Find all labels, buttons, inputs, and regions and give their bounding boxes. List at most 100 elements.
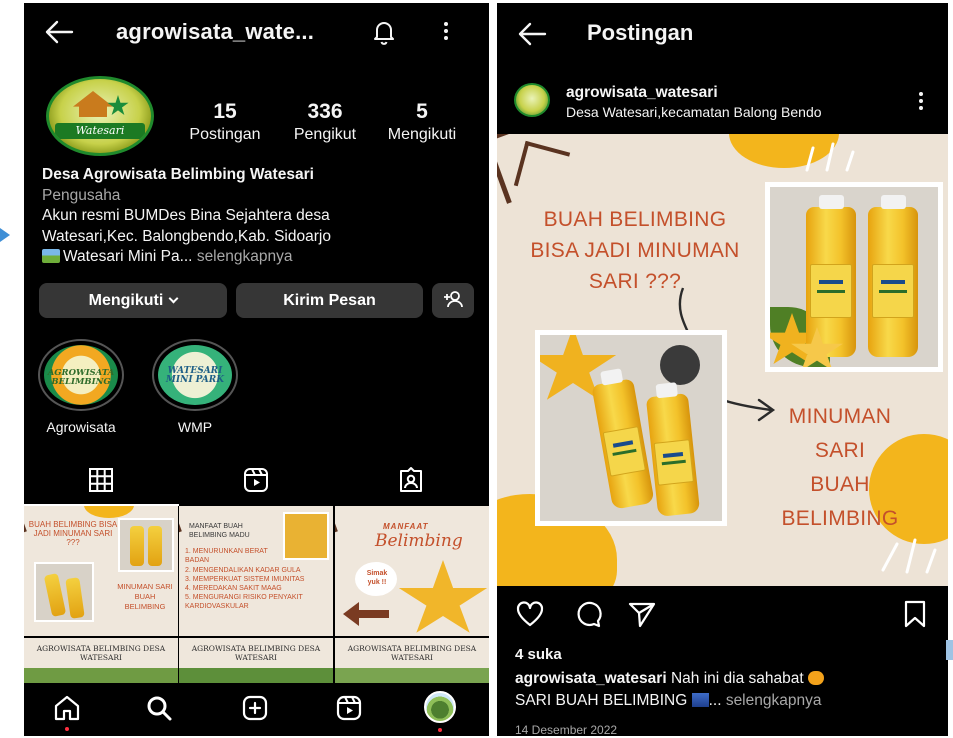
highlight-ring: AGROWISATA BELIMBING (38, 339, 124, 411)
park-emoji-icon (42, 249, 60, 263)
search-icon[interactable] (144, 693, 174, 723)
emoji-icon (691, 693, 709, 707)
following-button-label: Mengikuti (88, 291, 164, 309)
header-username[interactable]: agrowisata_wate... (116, 19, 314, 45)
grid-post-2-item-1: 1. MENURUNKAN BERAT BADAN (185, 548, 268, 564)
more-vertical-icon[interactable] (436, 19, 456, 45)
post-image[interactable]: BUAH BELIMBING BISA JADI MINUMAN SARI ??… (497, 134, 948, 586)
bio-line-1: Akun resmi BUMDes Bina Sejahtera desa (42, 207, 330, 224)
likes-count[interactable]: 4 suka (515, 646, 562, 663)
message-button[interactable]: Kirim Pesan (236, 283, 423, 318)
profile-tabs (24, 458, 489, 506)
back-arrow-icon[interactable] (515, 19, 549, 49)
more-vertical-icon[interactable] (911, 89, 931, 115)
poster-result-line-1: MINUMAN (788, 405, 892, 428)
caption-username[interactable]: agrowisata_watesari (515, 670, 667, 687)
bottom-nav (24, 683, 489, 736)
grid-post-6[interactable]: AGROWISATA BELIMBING DESA WATESARI (335, 638, 489, 686)
grid-post-1-result: MINUMAN SARI BUAH BELIMBING (117, 582, 173, 611)
grid-post-2[interactable]: MANFAAT BUAH BELIMBING MADU 1. MENURUNKA… (179, 506, 333, 636)
tab-reels[interactable] (179, 458, 334, 506)
highlight-cover-text: AGROWISATA BELIMBING (47, 368, 115, 387)
stat-posts-label: Postingan (189, 126, 261, 143)
sparkle-lines-icon (805, 142, 855, 172)
poster-headline-line-1: BUAH BELIMBING (543, 208, 727, 231)
post-date: 14 Desember 2022 (515, 723, 618, 736)
notification-dot (65, 727, 69, 731)
home-icon[interactable] (52, 693, 82, 723)
highlight-cover: WATESARI MINI PARK (158, 345, 232, 405)
message-button-label: Kirim Pesan (283, 291, 376, 309)
stat-followers[interactable]: 336 Pengikut (282, 100, 368, 144)
highlight-label: Agrowisata (46, 419, 116, 435)
grid-post-4[interactable]: AGROWISATA BELIMBING DESA WATESARI (24, 638, 178, 686)
caption-more-link[interactable]: selengkapnya (726, 692, 822, 709)
profile-header: agrowisata_wate... (24, 3, 489, 61)
following-button[interactable]: Mengikuti (39, 283, 227, 318)
bio-name: Desa Agrowisata Belimbing Watesari (42, 166, 314, 183)
poster-result-line-2: SARI (814, 439, 866, 462)
highlight-cover-text: WATESARI MINI PARK (165, 366, 225, 385)
grid-post-1[interactable]: BUAH BELIMBING BISA JADI MINUMAN SARI ??… (24, 506, 178, 636)
bottle-photo (118, 518, 174, 572)
starfruit-photo (283, 512, 329, 560)
stat-following-label: Mengikuti (387, 126, 457, 143)
starfruit-shape (398, 560, 488, 633)
stat-followers-count: 336 (307, 100, 343, 123)
highlight-agrowisata[interactable]: AGROWISATA BELIMBING Agrowisata (36, 339, 126, 435)
post-username[interactable]: agrowisata_watesari (566, 84, 718, 102)
caption-text-2: SARI BUAH BELIMBING (515, 692, 688, 709)
arrow-left-icon (343, 602, 389, 626)
add-user-button[interactable] (432, 283, 474, 318)
bookmark-icon[interactable] (901, 599, 929, 629)
logo-house-shape (73, 91, 113, 117)
post-location[interactable]: Desa Watesari,kecamatan Balong Bendo (566, 104, 822, 120)
comment-icon[interactable] (573, 599, 603, 629)
stat-following-count: 5 (416, 100, 428, 123)
grid-post-4-caption: AGROWISATA BELIMBING DESA WATESARI (36, 644, 166, 662)
share-icon[interactable] (627, 599, 657, 629)
grid-post-1-headline: BUAH BELIMBING BISA JADI MINUMAN SARI ??… (28, 520, 118, 547)
grid-post-2-item-5: 5. MENGURANGI RISIKO PENYAKIT KARDIOVASK… (185, 594, 303, 610)
profile-avatar-tab[interactable] (424, 691, 456, 723)
pointer-arrow-icon (0, 228, 10, 242)
grid-post-3-bubble: Simak yuk !! (366, 570, 388, 586)
stat-following[interactable]: 5 Mengikuti (376, 100, 468, 144)
create-icon[interactable] (240, 693, 270, 723)
grid-post-5-caption: AGROWISATA BELIMBING DESA WATESARI (191, 644, 321, 662)
caption-text-1: Nah ini dia sahabat (670, 670, 804, 687)
poster-headline-line-2: BISA JADI MINUMAN (530, 239, 740, 262)
grid-post-3[interactable]: MANFAAT Belimbing Simak yuk !! (335, 506, 489, 636)
post-avatar[interactable] (514, 83, 550, 117)
poster-result-line-4: BELIMBING (781, 507, 899, 530)
highlight-wmp[interactable]: WATESARI MINI PARK WMP (150, 339, 240, 435)
back-arrow-icon[interactable] (42, 17, 76, 47)
yellow-blob (84, 506, 134, 518)
stat-posts[interactable]: 15 Postingan (182, 100, 268, 144)
bottle-photo-top (765, 182, 943, 372)
reels-icon (244, 468, 268, 492)
tab-grid[interactable] (24, 458, 179, 506)
chevron-down-icon (168, 293, 179, 304)
highlight-cover: AGROWISATA BELIMBING (44, 345, 118, 405)
bottle-photo-bottom (535, 330, 727, 526)
tab-tagged[interactable] (334, 458, 489, 506)
grid-post-5[interactable]: AGROWISATA BELIMBING DESA WATESARI (179, 638, 333, 686)
post-caption: agrowisata_watesari Nah ini dia sahabat … (515, 668, 935, 712)
stat-posts-count: 15 (213, 100, 237, 123)
bio-line-3: Watesari Mini Pa... (63, 248, 193, 265)
tagged-icon (400, 467, 422, 492)
poster-result-line-3: BUAH (810, 473, 870, 496)
profile-avatar[interactable]: Watesari (46, 76, 154, 156)
profile-bio: Desa Agrowisata Belimbing Watesari Pengu… (42, 165, 482, 268)
grid-post-2-item-3: 3. MEMPERKUAT SISTEM IMUNITAS (185, 576, 305, 583)
bell-icon[interactable] (370, 18, 398, 46)
page-title: Postingan (587, 20, 694, 45)
reels-icon[interactable] (334, 693, 364, 723)
bio-more-link[interactable]: selengkapnya (197, 248, 293, 265)
grid-post-6-caption: AGROWISATA BELIMBING DESA WATESARI (347, 644, 477, 662)
edge-marker (946, 640, 953, 660)
heart-icon[interactable] (515, 599, 545, 629)
sparkle-lines-icon (881, 538, 937, 574)
poster-result: MINUMAN SARI BUAH BELIMBING (775, 400, 905, 536)
